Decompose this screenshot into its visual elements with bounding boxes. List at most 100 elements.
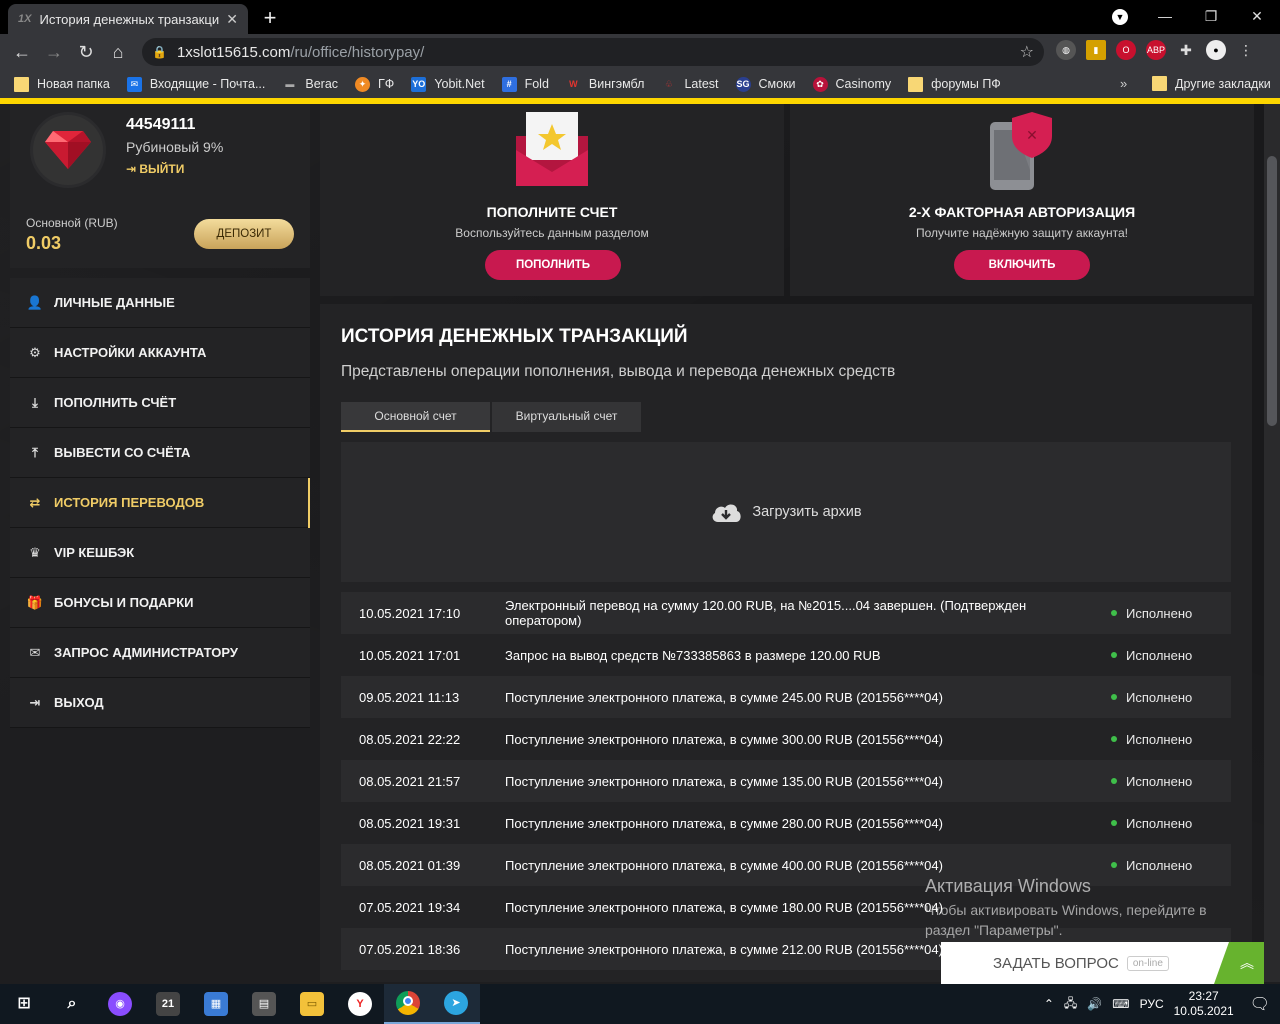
row-date: 07.05.2021 19:34 xyxy=(359,899,461,915)
ask-question-widget[interactable]: ЗАДАТЬ ВОПРОС on-line ︽ xyxy=(941,942,1264,984)
promo-deposit-button[interactable]: ПОПОЛНИТЬ xyxy=(485,250,621,280)
row-description: Поступление электронного платежа, в сумм… xyxy=(505,689,943,705)
tab-virtual-account[interactable]: Виртуальный счет xyxy=(492,402,641,432)
svg-text:✕: ✕ xyxy=(1026,128,1038,144)
bookmark-item[interactable]: # Fold xyxy=(501,76,549,92)
table-row: 10.05.2021 17:01 Запрос на вывод средств … xyxy=(341,634,1231,676)
online-badge: on-line xyxy=(1126,955,1169,971)
taskbar-app[interactable]: ▦ xyxy=(192,984,240,1024)
status-dot-icon xyxy=(1111,694,1117,700)
row-description: Поступление электронного платежа, в сумм… xyxy=(505,731,943,747)
flag-extension-icon[interactable]: ▮ xyxy=(1086,40,1106,60)
maximize-icon[interactable]: ❐ xyxy=(1188,0,1234,34)
menu-item-account-settings[interactable]: ⚙ НАСТРОЙКИ АККАУНТА xyxy=(10,328,310,378)
bookmark-item[interactable]: Новая папка xyxy=(14,76,110,92)
new-tab-button[interactable]: + xyxy=(258,5,282,31)
reload-icon[interactable]: ↻ xyxy=(70,42,102,63)
file-explorer-icon: ▭ xyxy=(300,992,324,1016)
network-icon[interactable]: 🖧 xyxy=(1064,994,1077,1015)
start-button[interactable]: ⊞ xyxy=(0,984,48,1024)
menu-item-withdraw[interactable]: ⤒ ВЫВЕСТИ СО СЧЁТА xyxy=(10,428,310,478)
taskbar-app[interactable]: ▭ xyxy=(288,984,336,1024)
row-description: Электронный перевод на сумму 120.00 RUB,… xyxy=(505,598,1027,628)
back-icon[interactable]: ← xyxy=(6,42,38,63)
menu-item-bonuses[interactable]: 🎁 БОНУСЫ И ПОДАРКИ xyxy=(10,578,310,628)
bookmark-item[interactable]: SG Смоки xyxy=(735,76,796,92)
smoki-icon: SG xyxy=(735,76,751,92)
menu-item-transfer-history[interactable]: ⇄ ИСТОРИЯ ПЕРЕВОДОВ xyxy=(10,478,310,528)
chrome-icon xyxy=(396,991,420,1015)
table-row: 08.05.2021 19:31 Поступление электронного… xyxy=(341,802,1231,844)
menu-item-admin-request[interactable]: ✉ ЗАПРОС АДМИНИСТРАТОРУ xyxy=(10,628,310,678)
tray-overflow-icon[interactable]: ⌃ xyxy=(1044,997,1054,1011)
bookmark-item[interactable]: форумы ПФ xyxy=(908,76,1001,92)
forward-icon[interactable]: → xyxy=(38,42,70,63)
balance-label: Основной (RUB) xyxy=(26,216,118,230)
profile-card: 44549111 Рубиновый 9% ⇥ ВЫЙТИ Основной (… xyxy=(10,104,310,268)
taskbar-app[interactable]: Y xyxy=(336,984,384,1024)
row-status: Исполнено xyxy=(1091,774,1192,789)
bookmark-item[interactable]: ✦ ГФ xyxy=(355,76,394,92)
avatar xyxy=(30,112,106,188)
opera-vpn-icon[interactable]: O xyxy=(1116,40,1136,60)
minimize-icon[interactable]: — xyxy=(1142,0,1188,34)
home-icon[interactable]: ⌂ xyxy=(102,42,134,63)
download-archive-button[interactable]: Загрузить архив xyxy=(341,442,1231,582)
windows-activation-text: Чтобы активировать Windows, перейдите в … xyxy=(925,902,1207,938)
promo-deposit-subtitle: Воспользуйтесь данным разделом xyxy=(455,226,649,240)
logout-link[interactable]: ⇥ ВЫЙТИ xyxy=(126,162,184,176)
browser-menu-icon[interactable]: ⋮ xyxy=(1236,40,1256,60)
alice-assistant-icon: ◉ xyxy=(108,992,132,1016)
taskbar-alice[interactable]: ◉ xyxy=(96,984,144,1024)
row-description: Запрос на вывод средств №733385863 в раз… xyxy=(505,647,881,663)
page-scrollbar[interactable] xyxy=(1264,104,1280,982)
lock-icon[interactable]: 🔒 xyxy=(152,45,167,59)
close-window-icon[interactable]: ✕ xyxy=(1234,0,1280,34)
menu-item-exit[interactable]: ⇥ ВЫХОД xyxy=(10,678,310,728)
window-controls: — ❐ ✕ xyxy=(1142,0,1280,34)
tab-close-icon[interactable]: ✕ xyxy=(226,11,238,28)
language-indicator[interactable]: РУС xyxy=(1140,997,1164,1011)
bookmark-star-icon[interactable]: ☆ xyxy=(1020,42,1034,62)
menu-item-deposit[interactable]: ⤓ ПОПОЛНИТЬ СЧЁТ xyxy=(10,378,310,428)
bookmark-item[interactable]: ♧ Latest xyxy=(661,77,719,92)
browser-tab[interactable]: 1X История денежных транзакций ✕ xyxy=(8,4,248,34)
promo-2fa-button[interactable]: ВКЛЮЧИТЬ xyxy=(954,250,1090,280)
deposit-button[interactable]: ДЕПОЗИТ xyxy=(194,219,294,249)
scrollbar-thumb[interactable] xyxy=(1267,156,1277,426)
row-description: Поступление электронного платежа, в сумм… xyxy=(505,815,943,831)
extensions-puzzle-icon[interactable]: ✚ xyxy=(1176,40,1196,60)
keyboard-icon[interactable]: ⌨ xyxy=(1112,997,1129,1011)
promo-2fa-subtitle: Получите надёжную защиту аккаунта! xyxy=(915,226,1128,240)
adblock-icon[interactable]: ABP xyxy=(1146,40,1166,60)
taskbar-app[interactable]: 21 xyxy=(144,984,192,1024)
menu-item-personal-data[interactable]: 👤 ЛИЧНЫЕ ДАННЫЕ xyxy=(10,278,310,328)
taskbar-app[interactable]: ➤ xyxy=(432,984,480,1024)
table-row: 08.05.2021 21:57 Поступление электронного… xyxy=(341,760,1231,802)
row-date: 08.05.2021 01:39 xyxy=(359,857,461,873)
other-bookmarks[interactable]: Другие закладки xyxy=(1152,76,1271,91)
taskbar-app[interactable]: ▤ xyxy=(240,984,288,1024)
bookmark-item[interactable]: ✿ Casinomy xyxy=(812,76,891,92)
notifications-icon[interactable]: 🗨 xyxy=(1250,994,1270,1014)
profile-avatar[interactable]: ● xyxy=(1206,40,1226,60)
globe-icon[interactable]: ◍ xyxy=(1056,40,1076,60)
volume-icon[interactable]: 🔊 xyxy=(1087,997,1102,1011)
bookmark-item[interactable]: W Вингэмбл xyxy=(566,77,644,92)
chevron-up-icon[interactable]: ︽ xyxy=(1214,942,1264,984)
menu-item-vip-cashback[interactable]: ♛ VIP КЕШБЭК xyxy=(10,528,310,578)
extensions-row: ◍ ▮ O ABP ✚ ● ⋮ xyxy=(1056,40,1256,60)
tab-search-icon[interactable]: ▼ xyxy=(1112,9,1128,25)
clock[interactable]: 23:27 10.05.2021 xyxy=(1174,989,1234,1019)
casinomy-icon: ✿ xyxy=(812,76,828,92)
row-date: 08.05.2021 19:31 xyxy=(359,815,461,831)
taskbar-app[interactable] xyxy=(384,984,432,1024)
address-bar[interactable]: 🔒 1xslot15615.com/ru/office/historypay/ … xyxy=(142,38,1044,66)
bookmark-item[interactable]: ✉ Входящие - Почта... xyxy=(126,76,265,92)
search-button[interactable]: ⌕ xyxy=(48,984,96,1024)
row-date: 09.05.2021 11:13 xyxy=(359,689,460,705)
bookmarks-overflow-icon[interactable]: » xyxy=(1120,76,1127,91)
bookmark-item[interactable]: ▬ Berac xyxy=(282,77,338,92)
tab-main-account[interactable]: Основной счет xyxy=(341,402,490,432)
bookmark-item[interactable]: YO Yobit.Net xyxy=(411,76,485,92)
